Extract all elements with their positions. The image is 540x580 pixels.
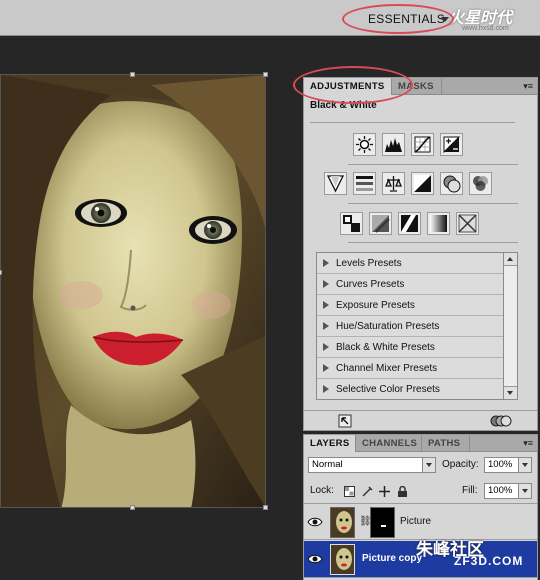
expand-triangle-icon[interactable]	[323, 343, 329, 351]
preset-label: Levels Presets	[336, 258, 402, 269]
portrait-image	[1, 75, 265, 507]
adjustments-panel: ADJUSTMENTS MASKS ▾≡ Black & White Level…	[303, 77, 538, 431]
hue-saturation-icon[interactable]	[353, 172, 376, 195]
chevron-right-icon[interactable]	[518, 458, 531, 472]
preset-row[interactable]: Curves Presets	[317, 274, 503, 295]
workspace-switcher[interactable]: ESSENTIALS	[368, 12, 445, 26]
application-bar: ESSENTIALS 火星时代 www.hxsd.com	[0, 0, 540, 36]
preset-row[interactable]: Black & White Presets	[317, 337, 503, 358]
opacity-value: 100%	[488, 459, 513, 470]
layer-mask-thumbnail[interactable]	[370, 507, 395, 538]
layer-thumbnail	[330, 544, 355, 575]
opacity-label: Opacity:	[442, 459, 479, 470]
preset-row[interactable]: Channel Mixer Presets	[317, 358, 503, 379]
preset-label: Exposure Presets	[336, 300, 415, 311]
preset-label: Black & White Presets	[336, 342, 435, 353]
watermark-community-url: ZF3D.COM	[454, 554, 524, 568]
fill-label: Fill:	[462, 485, 478, 496]
watermark-url: www.hxsd.com	[462, 25, 509, 32]
preset-label: Curves Presets	[336, 279, 405, 290]
return-to-list-icon[interactable]	[338, 414, 352, 428]
brightness-contrast-icon[interactable]	[353, 133, 376, 156]
vibrance-icon[interactable]	[324, 172, 347, 195]
posterize-icon[interactable]	[369, 212, 392, 235]
scroll-down-icon[interactable]	[504, 386, 517, 399]
gradient-map-icon[interactable]	[427, 212, 450, 235]
lock-transparent-icon[interactable]	[344, 486, 355, 497]
transform-handle-top-right[interactable]	[263, 72, 268, 77]
document-canvas[interactable]	[0, 36, 300, 580]
layers-tab-bar: LAYERS CHANNELS PATHS ▾≡	[304, 435, 537, 452]
panel-menu-icon[interactable]: ▾≡	[523, 438, 533, 449]
curves-icon[interactable]	[411, 133, 434, 156]
tab-channels[interactable]: CHANNELS	[356, 435, 422, 452]
scroll-up-icon[interactable]	[504, 253, 517, 266]
clip-to-layer-icon[interactable]	[490, 414, 512, 428]
preset-row[interactable]: Exposure Presets	[317, 295, 503, 316]
blend-mode-value: Normal	[312, 459, 343, 470]
transform-handle-top[interactable]	[130, 72, 135, 77]
portrait-photo[interactable]	[0, 74, 266, 508]
layer-name[interactable]: Picture copy	[362, 553, 422, 564]
expand-triangle-icon[interactable]	[323, 322, 329, 330]
lock-image-icon[interactable]	[362, 486, 373, 497]
exposure-icon[interactable]	[440, 133, 463, 156]
preset-row[interactable]: Levels Presets	[317, 253, 503, 274]
adjustment-title: Black & White	[310, 100, 377, 111]
channel-mixer-icon[interactable]	[469, 172, 492, 195]
layer-thumbnail	[330, 507, 355, 538]
expand-triangle-icon[interactable]	[323, 364, 329, 372]
divider	[348, 203, 518, 204]
levels-icon[interactable]	[382, 133, 405, 156]
selective-color-icon[interactable]	[456, 212, 479, 235]
fill-field[interactable]: 100%	[484, 483, 532, 499]
panel-menu-icon[interactable]: ▾≡	[523, 81, 533, 92]
presets-scrollbar[interactable]	[504, 252, 518, 400]
photo-filter-icon[interactable]	[440, 172, 463, 195]
chevron-down-icon[interactable]	[422, 458, 435, 472]
lock-all-icon[interactable]	[397, 486, 408, 497]
preset-label: Hue/Saturation Presets	[336, 321, 440, 332]
fill-value: 100%	[488, 485, 513, 496]
tab-adjustments[interactable]: ADJUSTMENTS	[304, 78, 392, 95]
adjustments-footer	[304, 410, 537, 430]
layer-name[interactable]: Picture	[400, 516, 431, 527]
expand-triangle-icon[interactable]	[323, 259, 329, 267]
visibility-eye-icon[interactable]	[307, 516, 323, 528]
blend-mode-select[interactable]: Normal	[308, 457, 436, 473]
invert-icon[interactable]	[340, 212, 363, 235]
tab-masks[interactable]: MASKS	[392, 78, 442, 95]
opacity-field[interactable]: 100%	[484, 457, 532, 473]
expand-triangle-icon[interactable]	[323, 280, 329, 288]
preset-label: Channel Mixer Presets	[336, 363, 438, 374]
chevron-right-icon[interactable]	[518, 484, 531, 498]
color-balance-icon[interactable]	[382, 172, 405, 195]
preset-label: Selective Color Presets	[336, 384, 440, 395]
transform-handle-bottom-right[interactable]	[263, 505, 268, 510]
threshold-icon[interactable]	[398, 212, 421, 235]
photoshop-window: ESSENTIALS 火星时代 www.hxsd.com ADJUSTMENTS…	[0, 0, 540, 580]
lock-label: Lock:	[310, 485, 334, 496]
tab-paths[interactable]: PATHS	[422, 435, 470, 452]
divider	[348, 242, 518, 243]
divider	[310, 122, 515, 123]
transform-handle-left[interactable]	[0, 270, 2, 275]
black-white-icon[interactable]	[411, 172, 434, 195]
adjustments-tab-bar: ADJUSTMENTS MASKS ▾≡	[304, 78, 537, 95]
lock-position-icon[interactable]	[379, 486, 390, 497]
presets-list: Levels Presets Curves Presets Exposure P…	[316, 252, 504, 400]
preset-row[interactable]: Selective Color Presets	[317, 379, 503, 400]
expand-triangle-icon[interactable]	[323, 301, 329, 309]
visibility-eye-icon[interactable]	[307, 553, 323, 565]
preset-row[interactable]: Hue/Saturation Presets	[317, 316, 503, 337]
transform-handle-bottom[interactable]	[130, 505, 135, 510]
tab-layers[interactable]: LAYERS	[304, 435, 356, 452]
expand-triangle-icon[interactable]	[323, 385, 329, 393]
divider	[348, 164, 518, 165]
